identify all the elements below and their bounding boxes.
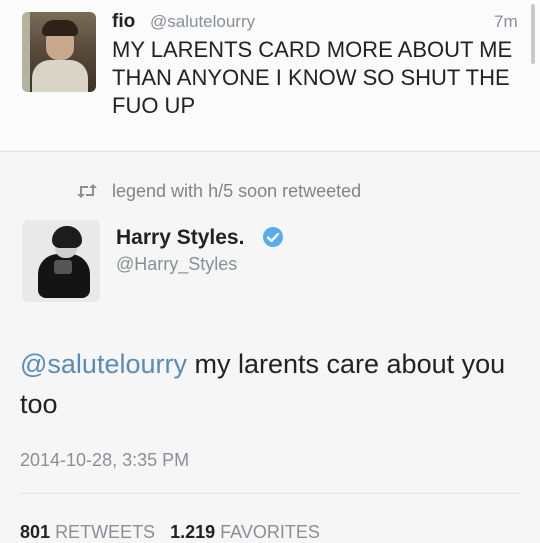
retweets-count: 801 — [20, 522, 51, 542]
avatar-hair — [42, 20, 78, 36]
retweets-label: RETWEETS — [55, 522, 156, 542]
avatar[interactable] — [22, 12, 96, 92]
avatar[interactable] — [22, 220, 100, 302]
divider — [0, 151, 540, 152]
verified-badge-icon — [263, 227, 283, 247]
author-handle[interactable]: @salutelourry — [150, 12, 255, 32]
avatar-camera — [54, 260, 72, 274]
divider — [20, 493, 520, 494]
tweet-timestamp: 2014-10-28, 3:35 PM — [20, 450, 190, 470]
avatar-shirt — [32, 60, 88, 92]
retweets-stat[interactable]: 801 RETWEETS — [20, 522, 155, 542]
avatar-hair — [52, 226, 82, 248]
favorites-count: 1.219 — [170, 522, 216, 542]
mention-link[interactable]: @salutelourry — [20, 349, 187, 379]
retweet-context: legend with h/5 soon retweeted — [76, 180, 361, 202]
tweet-text: @salutelourry my larents care about you … — [20, 344, 520, 424]
avatar-background — [22, 12, 30, 92]
favorites-stat[interactable]: 1.219 FAVORITES — [170, 522, 320, 542]
author-name[interactable]: Harry Styles. — [116, 226, 244, 250]
retweet-context-text[interactable]: legend with h/5 soon retweeted — [112, 181, 361, 202]
tweet-text: MY LARENTS CARD MORE ABOUT ME THAN ANYON… — [112, 37, 513, 118]
author-name[interactable]: fio — [112, 11, 135, 33]
author-handle[interactable]: @Harry_Styles — [116, 254, 237, 275]
tweet-time: 7m — [494, 12, 518, 31]
retweet-icon — [77, 184, 97, 198]
favorites-label: FAVORITES — [220, 522, 320, 542]
quoted-tweet[interactable]: fio @salutelourry 7m MY LARENTS CARD MOR… — [0, 0, 540, 150]
scrollbar[interactable] — [531, 4, 535, 64]
